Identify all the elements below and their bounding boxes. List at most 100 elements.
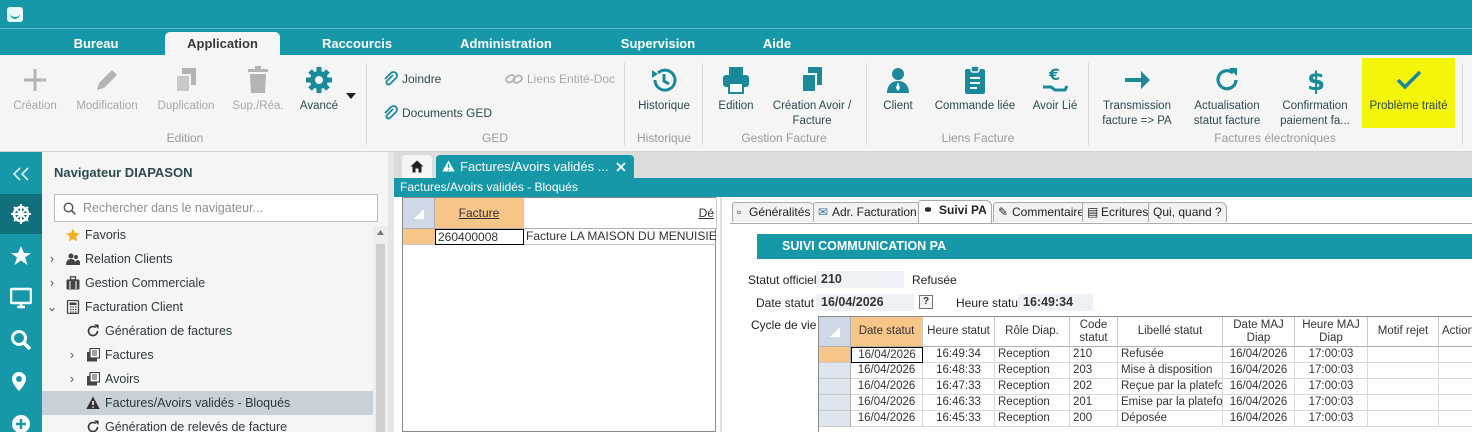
liens-entite-doc-button[interactable]: Liens Entité-Doc: [505, 71, 615, 87]
table-cell[interactable]: 210: [1070, 347, 1118, 363]
grid-corner[interactable]: [819, 317, 851, 347]
scrollbar-thumb[interactable]: [376, 244, 385, 432]
table-cell[interactable]: Reception: [995, 379, 1070, 395]
edition-facture-button[interactable]: Edition: [712, 65, 760, 114]
nav-item-generation-releves[interactable]: Génération de relevés de facture: [42, 415, 373, 432]
table-cell[interactable]: 17:00:03: [1295, 363, 1368, 379]
navigator-scrollbar[interactable]: [373, 226, 388, 432]
avance-button[interactable]: Avancé: [296, 65, 342, 114]
add-button[interactable]: [0, 404, 42, 432]
table-cell[interactable]: [1439, 379, 1472, 395]
modification-button[interactable]: Modification: [70, 65, 144, 114]
menu-tab-application[interactable]: Application: [165, 32, 280, 56]
location-search-button[interactable]: [0, 362, 42, 402]
home-tab[interactable]: [402, 155, 432, 178]
menu-tab-aide[interactable]: Aide: [754, 32, 800, 56]
cycle-de-vie-grid[interactable]: Date statut Heure statut Rôle Diap. Code…: [818, 316, 1472, 432]
table-cell[interactable]: Reception: [995, 347, 1070, 363]
table-cell[interactable]: [1439, 395, 1472, 411]
nav-item-factures[interactable]: › Factures: [42, 343, 373, 367]
desktop-button[interactable]: [0, 278, 42, 318]
chevron-right-icon[interactable]: ›: [46, 271, 58, 295]
table-cell[interactable]: [1368, 363, 1439, 379]
documents-ged-button[interactable]: Documents GED: [382, 105, 492, 121]
table-cell[interactable]: [1368, 347, 1439, 363]
nav-item-facturation-client[interactable]: ⌄ Facturation Client: [42, 295, 373, 319]
chevron-right-icon[interactable]: ›: [66, 343, 78, 367]
table-cell[interactable]: 203: [1070, 363, 1118, 379]
table-cell[interactable]: 16/04/2026: [1223, 379, 1295, 395]
help-button[interactable]: ?: [919, 295, 933, 309]
table-cell[interactable]: [1368, 379, 1439, 395]
column-header-designation[interactable]: Dé: [524, 198, 717, 229]
avoir-lie-button[interactable]: € Avoir Lié: [1028, 65, 1082, 114]
nav-item-gestion-commerciale[interactable]: › Gestion Commerciale: [42, 271, 373, 295]
scroll-up-icon[interactable]: [377, 230, 384, 235]
table-cell[interactable]: 16/04/2026: [851, 411, 923, 427]
menu-tab-raccourcis[interactable]: Raccourcis: [312, 32, 402, 56]
duplication-button[interactable]: Duplication: [152, 65, 220, 114]
historique-button[interactable]: Historique: [632, 65, 696, 114]
column-header-motif-rejet[interactable]: Motif rejet: [1368, 317, 1439, 347]
table-cell[interactable]: 201: [1070, 395, 1118, 411]
navigator-search-input[interactable]: Rechercher dans le navigateur...: [54, 194, 378, 222]
cell-designation[interactable]: Facture LA MAISON DU MENUISIER -: [524, 229, 716, 245]
tab-qui-quand[interactable]: Qui, quand ?: [1148, 202, 1227, 222]
grid-corner[interactable]: [403, 198, 435, 229]
table-cell[interactable]: Mise à disposition: [1118, 363, 1223, 379]
row-selector[interactable]: [403, 229, 435, 245]
table-cell[interactable]: 202: [1070, 379, 1118, 395]
row-selector[interactable]: [819, 395, 851, 411]
table-cell[interactable]: Refusée: [1118, 347, 1223, 363]
table-cell[interactable]: 16/04/2026: [1223, 347, 1295, 363]
commande-liee-button[interactable]: Commande liée: [930, 65, 1020, 114]
column-header-code-statut[interactable]: Code statut: [1070, 317, 1118, 347]
table-cell[interactable]: Reception: [995, 363, 1070, 379]
table-cell[interactable]: 16/04/2026: [1223, 411, 1295, 427]
table-cell[interactable]: 17:00:03: [1295, 395, 1368, 411]
table-cell[interactable]: Reception: [995, 411, 1070, 427]
table-cell[interactable]: 16/04/2026: [1223, 363, 1295, 379]
probleme-traite-button[interactable]: Problème traité: [1362, 58, 1455, 128]
transmission-button[interactable]: Transmission facture => PA: [1096, 65, 1178, 129]
table-cell[interactable]: 17:00:03: [1295, 411, 1368, 427]
nav-item-factures-bloques[interactable]: Factures/Avoirs validés - Bloqués: [42, 391, 373, 415]
table-cell[interactable]: 200: [1070, 411, 1118, 427]
chevron-down-icon[interactable]: ⌄: [46, 295, 58, 319]
table-cell[interactable]: 16/04/2026: [851, 379, 923, 395]
joindre-button[interactable]: Joindre: [382, 71, 441, 87]
confirmation-paiement-button[interactable]: $ Confirmation paiement fa...: [1274, 65, 1356, 129]
column-header-heure-statut[interactable]: Heure statut: [923, 317, 995, 347]
row-selector[interactable]: [819, 411, 851, 427]
column-header-libelle-statut[interactable]: Libellé statut: [1118, 317, 1223, 347]
column-header-action[interactable]: Action: [1439, 317, 1472, 347]
table-cell[interactable]: 16/04/2026: [851, 395, 923, 411]
table-cell[interactable]: [1439, 363, 1472, 379]
menu-tab-supervision[interactable]: Supervision: [610, 32, 706, 56]
chevron-right-icon[interactable]: ›: [46, 247, 58, 271]
caret-down-icon[interactable]: [346, 93, 356, 99]
collapse-button[interactable]: [0, 154, 42, 194]
nav-item-generation-factures[interactable]: Génération de factures: [42, 319, 373, 343]
table-cell[interactable]: 16:49:34: [923, 347, 995, 363]
table-cell[interactable]: Reçue par la plateform: [1118, 379, 1223, 395]
menu-tab-bureau[interactable]: Bureau: [62, 32, 130, 56]
table-cell[interactable]: 16/04/2026: [851, 347, 923, 363]
table-cell[interactable]: Emise par la plateform: [1118, 395, 1223, 411]
tab-adr-facturation[interactable]: ✉ Adr. Facturation: [813, 202, 922, 222]
actualisation-button[interactable]: Actualisation statut facture: [1186, 65, 1268, 129]
table-cell[interactable]: [1368, 411, 1439, 427]
table-cell[interactable]: 16:45:33: [923, 411, 995, 427]
table-cell[interactable]: [1368, 395, 1439, 411]
cell-facture-number[interactable]: 260400008: [435, 229, 524, 245]
close-icon[interactable]: [616, 162, 626, 172]
invoice-list-grid[interactable]: Facture Dé 260400008 Facture LA MAISON D…: [402, 197, 717, 432]
table-cell[interactable]: 16:47:33: [923, 379, 995, 395]
table-cell[interactable]: 16/04/2026: [1223, 395, 1295, 411]
table-cell[interactable]: Reception: [995, 395, 1070, 411]
table-cell[interactable]: 16/04/2026: [851, 363, 923, 379]
column-header-date-statut[interactable]: Date statut: [851, 317, 923, 347]
tab-generalites[interactable]: ▫ Généralités: [732, 202, 816, 222]
tab-ecritures[interactable]: ▤ Ecritures: [1082, 202, 1154, 222]
document-tab-factures-bloques[interactable]: Factures/Avoirs validés ...: [436, 155, 634, 178]
